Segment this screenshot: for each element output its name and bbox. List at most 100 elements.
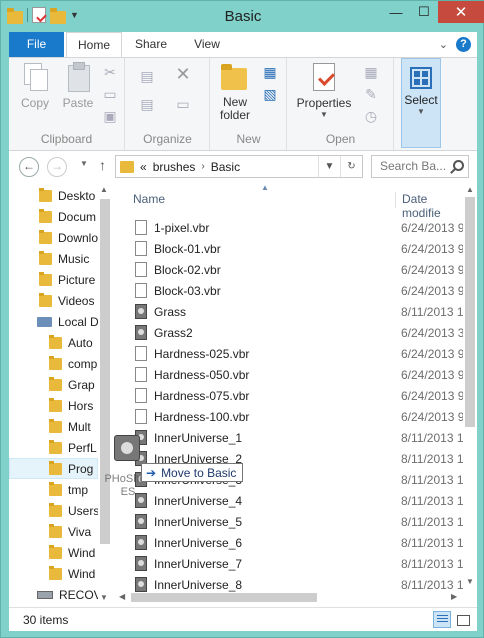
nav-item[interactable]: Prog — [9, 458, 98, 479]
sort-ascending-icon: ▲ — [261, 183, 269, 192]
scroll-down-icon[interactable]: ▼ — [466, 577, 474, 586]
nav-item[interactable]: Hors — [49, 395, 93, 416]
file-row[interactable]: InnerUniverse_6 8/11/2013 12: — [117, 532, 463, 553]
help-icon[interactable]: ? — [456, 37, 471, 52]
maximize-button[interactable]: ☐ — [410, 1, 438, 23]
paste-button[interactable]: Paste — [59, 62, 97, 110]
copy-button[interactable]: Copy — [17, 62, 53, 110]
file-row[interactable]: Hardness-050.vbr 6/24/2013 9:2 — [117, 364, 463, 385]
select-button[interactable]: Select ▼ — [401, 58, 441, 148]
file-row[interactable]: InnerUniverse_5 8/11/2013 12: — [117, 511, 463, 532]
file-date: 8/11/2013 12: — [401, 430, 463, 445]
properties-button[interactable]: Properties ▼ — [294, 62, 354, 119]
nav-item[interactable]: Grap — [49, 374, 95, 395]
file-row[interactable]: 1-pixel.vbr 6/24/2013 9:2 — [117, 217, 463, 238]
file-scrollbar-horizontal[interactable]: ◀ ▶ — [117, 589, 463, 605]
forward-button[interactable]: → — [47, 157, 67, 177]
nav-item[interactable]: Videos — [39, 290, 94, 311]
new-item-icon[interactable]: ▦ — [261, 64, 279, 80]
file-row[interactable]: Grass2 6/24/2013 3:2 — [117, 322, 463, 343]
scroll-down-icon[interactable]: ▼ — [100, 593, 108, 602]
large-icons-view-icon[interactable] — [453, 611, 471, 628]
up-button[interactable]: ↑ — [99, 157, 106, 173]
nav-item[interactable]: Users — [49, 500, 99, 521]
details-view-icon[interactable] — [433, 611, 451, 628]
breadcrumb-brushes[interactable]: brushes — [153, 160, 196, 174]
refresh-icon[interactable]: ↻ — [340, 156, 362, 177]
file-name: InnerUniverse_1 — [154, 430, 243, 445]
tab-view[interactable]: View — [181, 32, 233, 57]
minimize-button[interactable]: — — [382, 1, 410, 23]
nav-item[interactable]: Wind — [49, 563, 95, 584]
tab-home[interactable]: Home — [66, 32, 122, 58]
edit-icon[interactable]: ✎ — [362, 86, 380, 102]
rename-icon[interactable]: ▭ — [174, 96, 192, 112]
scroll-right-icon[interactable]: ▶ — [451, 592, 457, 601]
breadcrumb-separator-icon[interactable]: › — [201, 161, 204, 172]
close-button[interactable]: ✕ — [438, 1, 484, 23]
column-header-date[interactable]: Date modifie — [395, 192, 463, 220]
move-to-icon[interactable]: ▤ — [138, 68, 156, 84]
copy-to-icon[interactable]: ▤ — [138, 96, 156, 112]
nav-item[interactable]: Downlo — [39, 227, 98, 248]
breadcrumb-overflow[interactable]: « — [140, 160, 147, 174]
new-folder-button[interactable]: New folder — [215, 62, 253, 122]
file-row[interactable]: Hardness-100.vbr 6/24/2013 9:2 — [117, 406, 463, 427]
nav-item[interactable]: RECOV — [37, 584, 102, 605]
column-header-name[interactable]: Name — [133, 192, 165, 206]
file-row[interactable]: Block-03.vbr 6/24/2013 9:2 — [117, 280, 463, 301]
open-icon[interactable]: ▦ — [362, 64, 380, 80]
breadcrumb-basic[interactable]: Basic — [211, 160, 240, 174]
file-hscroll-thumb[interactable] — [131, 593, 317, 602]
nav-item[interactable]: Auto — [49, 332, 93, 353]
address-dropdown-icon[interactable]: ▼ — [318, 156, 340, 177]
folder-icon — [49, 334, 62, 349]
search-icon[interactable] — [453, 160, 464, 171]
nav-item[interactable]: tmp — [49, 479, 88, 500]
file-row[interactable]: InnerUniverse_1 8/11/2013 12: — [117, 427, 463, 448]
file-row[interactable]: InnerUniverse_4 8/11/2013 12: — [117, 490, 463, 511]
folder-icon — [120, 160, 134, 173]
copy-path-icon[interactable]: ▭ — [101, 86, 119, 102]
nav-item[interactable]: Docum — [39, 206, 96, 227]
cut-icon[interactable]: ✂ — [101, 64, 119, 80]
scroll-up-icon[interactable]: ▲ — [466, 185, 474, 194]
nav-scrollbar[interactable]: ▲ ▼ — [98, 181, 112, 607]
easy-access-icon[interactable]: ▧ — [261, 86, 279, 102]
chevron-down-icon[interactable]: ⌄ — [439, 38, 448, 51]
nav-item[interactable]: Deskto — [39, 185, 95, 206]
file-row[interactable]: Block-01.vbr 6/24/2013 9:2 — [117, 238, 463, 259]
nav-item-label: Picture — [58, 272, 96, 287]
nav-item[interactable]: comp — [49, 353, 97, 374]
scroll-left-icon[interactable]: ◀ — [119, 592, 125, 601]
nav-item[interactable]: Viva — [49, 521, 91, 542]
file-row[interactable]: Hardness-025.vbr 6/24/2013 9:2 — [117, 343, 463, 364]
file-scrollbar-vertical[interactable]: ▲ ▼ — [463, 181, 477, 589]
file-row[interactable]: Grass 8/11/2013 12: — [117, 301, 463, 322]
nav-item[interactable]: Mult — [49, 416, 91, 437]
nav-item[interactable]: Wind — [49, 542, 95, 563]
nav-item[interactable]: Music — [39, 248, 89, 269]
scroll-up-icon[interactable]: ▲ — [100, 185, 108, 194]
file-row[interactable]: InnerUniverse_7 8/11/2013 12: — [117, 553, 463, 574]
paste-shortcut-icon[interactable]: ▣ — [101, 108, 119, 124]
recent-locations-icon[interactable]: ▼ — [80, 159, 88, 168]
nav-item[interactable]: Picture — [39, 269, 95, 290]
file-scroll-thumb[interactable] — [465, 197, 475, 427]
delete-icon[interactable]: ✕ — [174, 65, 192, 83]
window-controls: — ☐ ✕ — [382, 1, 484, 23]
file-row[interactable]: Hardness-075.vbr 6/24/2013 9:2 — [117, 385, 463, 406]
tab-file[interactable]: File — [9, 32, 64, 57]
nav-item-label: Viva — [68, 524, 92, 539]
gimp-file-icon — [114, 435, 140, 461]
back-button[interactable]: ← — [19, 157, 39, 177]
file-row[interactable]: Block-02.vbr 6/24/2013 9:2 — [117, 259, 463, 280]
history-icon[interactable]: ◷ — [362, 108, 380, 124]
file-date: 6/24/2013 9:2 — [401, 262, 463, 277]
search-input[interactable]: Search Ba... — [371, 155, 469, 178]
move-arrow-icon: ➔ — [146, 465, 157, 480]
nav-item[interactable]: PerfL — [49, 437, 97, 458]
nav-item[interactable]: Local D — [37, 311, 99, 332]
address-bar[interactable]: « brushes › Basic ▼ ↻ — [115, 155, 363, 178]
tab-share[interactable]: Share — [125, 32, 177, 57]
